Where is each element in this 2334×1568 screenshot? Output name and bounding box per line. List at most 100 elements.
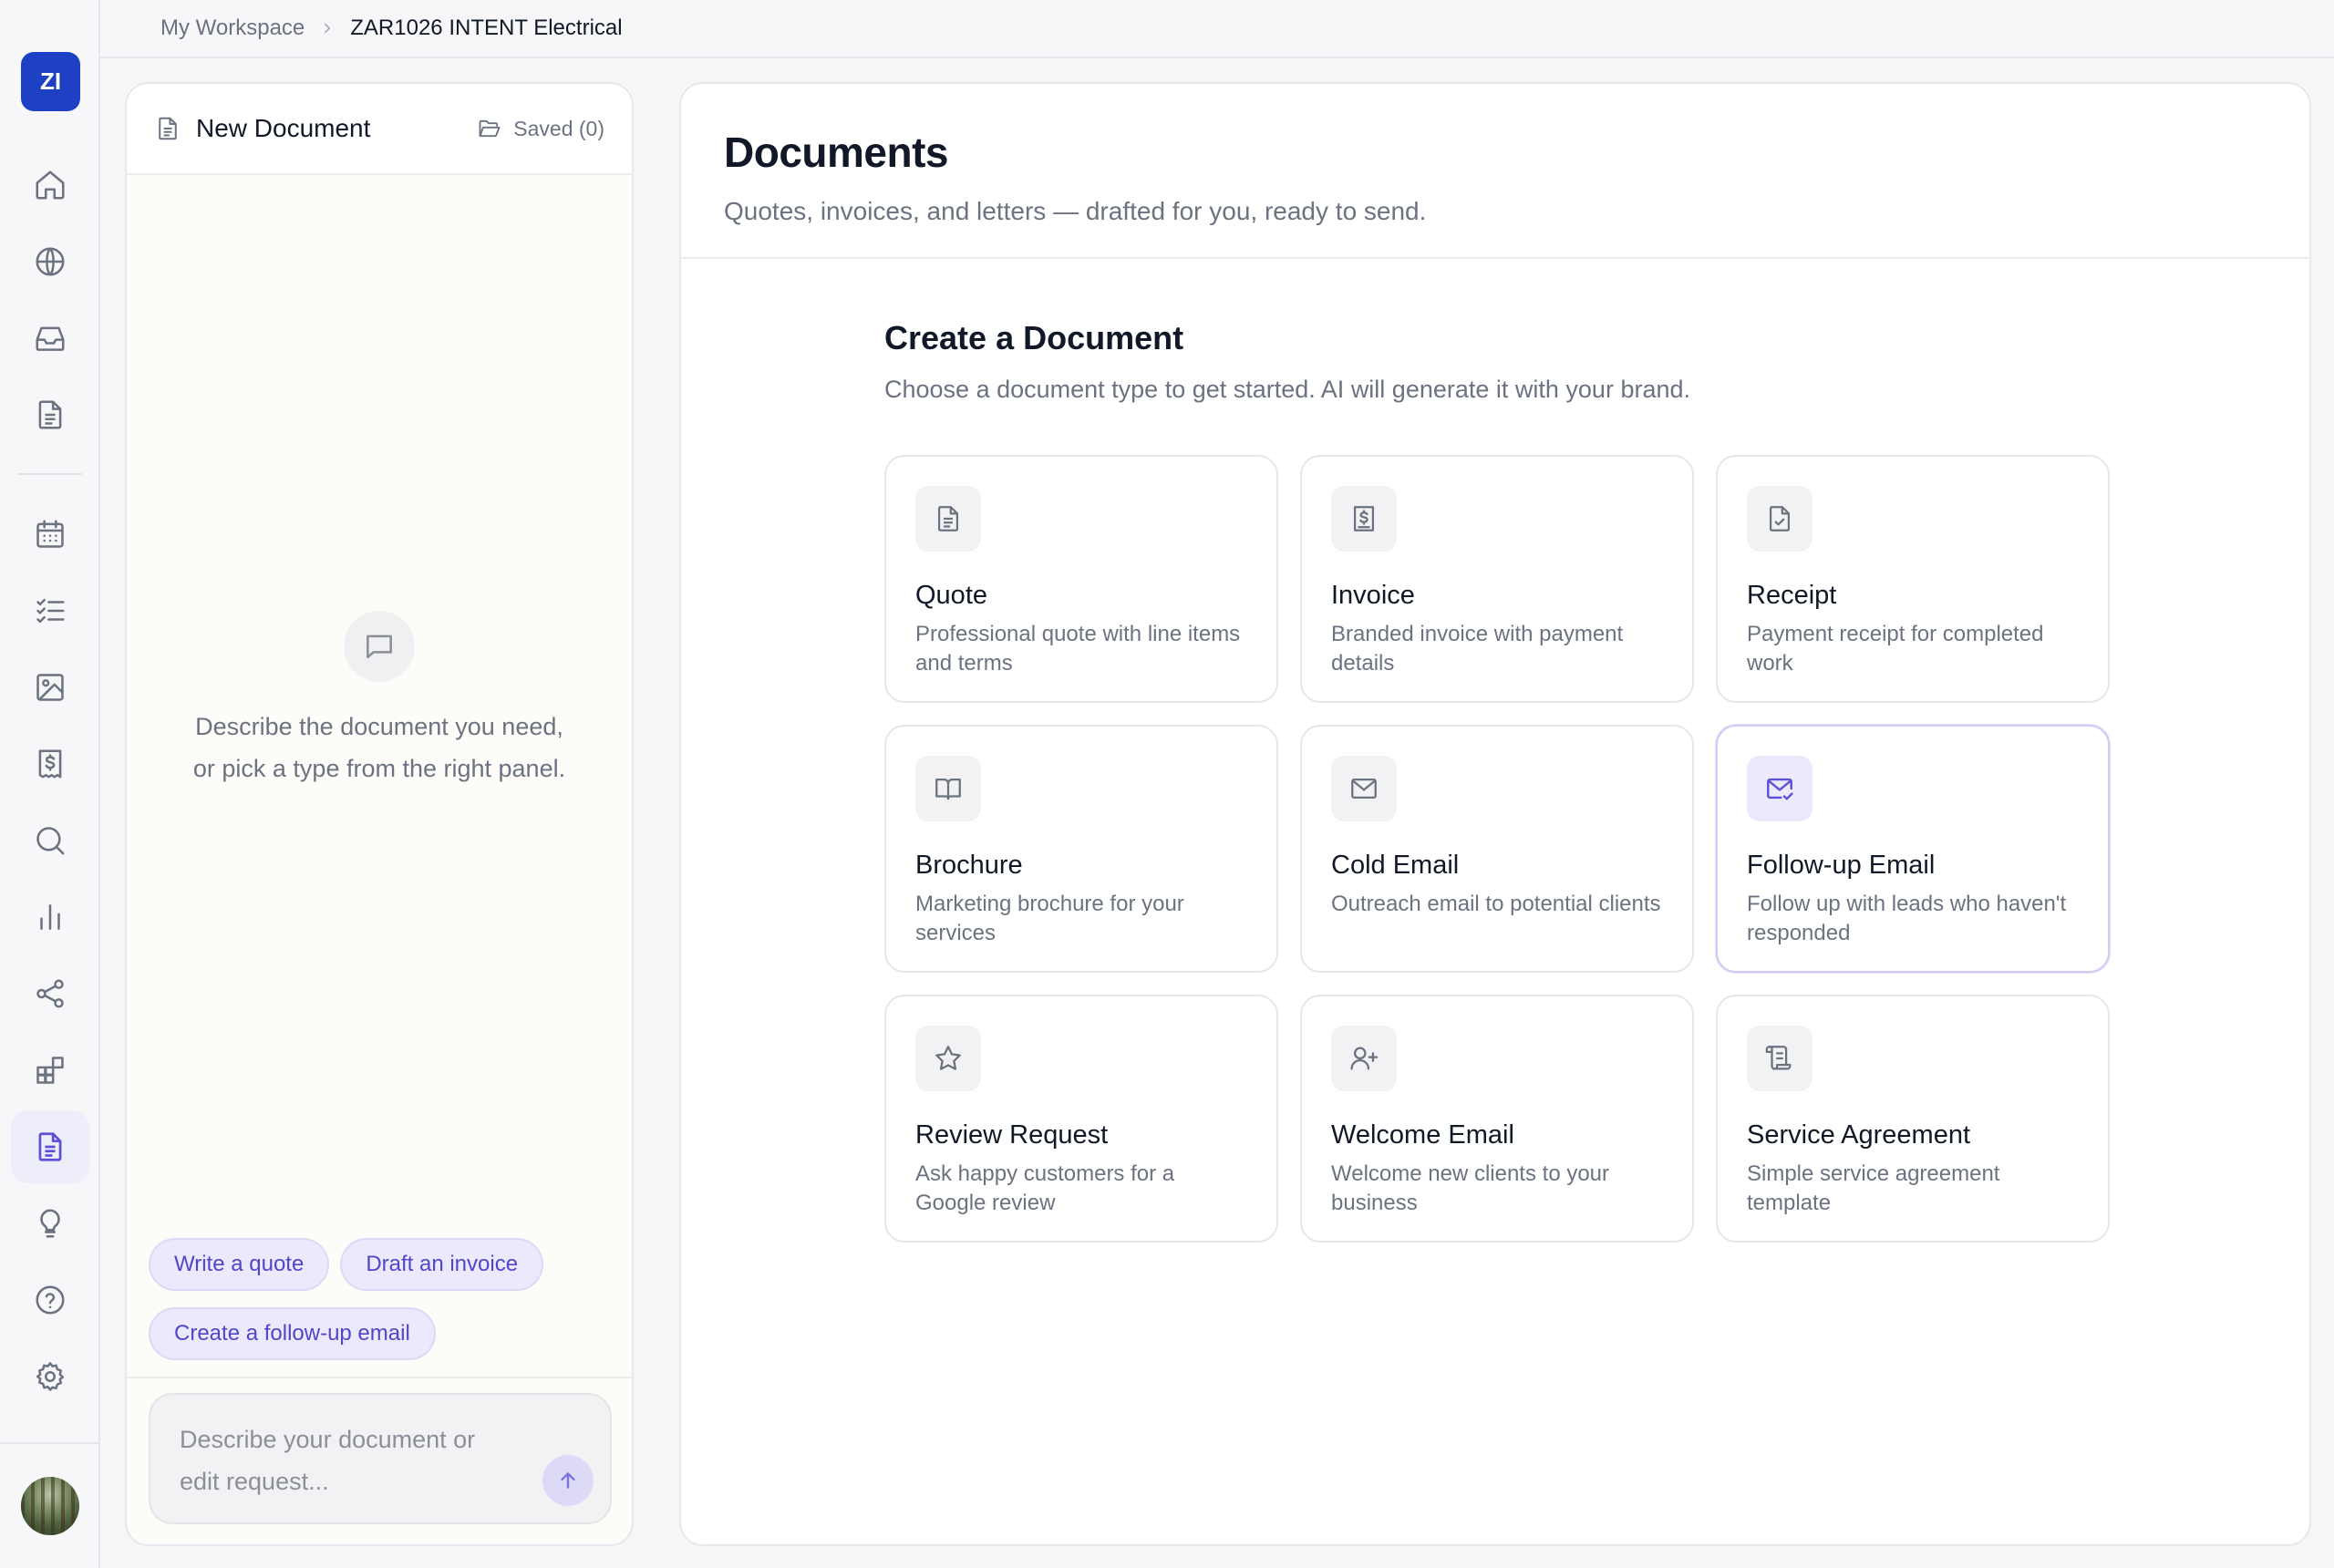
card-title: Invoice: [1331, 581, 1415, 610]
mail-icon: [1331, 756, 1397, 821]
chevron-right-icon: [319, 20, 336, 36]
nav-tasks[interactable]: [11, 574, 89, 647]
scroll-icon: [1747, 1026, 1812, 1091]
assistant-input-area: Describe your document or edit request..…: [127, 1377, 632, 1544]
card-service-agreement[interactable]: Service Agreement Simple service agreeme…: [1716, 995, 2110, 1243]
nav-pages[interactable]: [11, 378, 89, 451]
input-placeholder-line-2: edit request...: [180, 1468, 329, 1495]
card-quote[interactable]: Quote Professional quote with line items…: [884, 455, 1278, 703]
workspace-badge[interactable]: ZI: [21, 52, 80, 111]
rail-bottom-divider: [0, 1442, 100, 1444]
bar-chart-icon: [40, 904, 60, 930]
nav-analytics[interactable]: [11, 881, 89, 954]
home-icon: [36, 170, 65, 200]
settings-icon: [36, 1362, 65, 1391]
nav-media[interactable]: [11, 651, 89, 724]
card-description: Branded invoice with payment details: [1331, 622, 1624, 676]
nav-website[interactable]: [11, 225, 89, 298]
empty-state-line-1: Describe the document you need,: [195, 713, 563, 740]
document-request-input[interactable]: Describe your document or edit request..…: [149, 1393, 612, 1524]
chip-follow-up-email[interactable]: Create a follow-up email: [149, 1307, 436, 1360]
card-description: Outreach email to potential clients: [1331, 892, 1661, 916]
star-icon: [915, 1026, 981, 1091]
suggestion-chips: Write a quote Draft an invoice Create a f…: [149, 1238, 604, 1377]
file-text-icon: [159, 117, 177, 140]
chip-draft-invoice[interactable]: Draft an invoice: [340, 1238, 544, 1291]
lightbulb-icon: [40, 1209, 60, 1238]
card-title: Review Request: [915, 1120, 1109, 1150]
nav-inbox[interactable]: [11, 302, 89, 375]
nav-settings[interactable]: [11, 1340, 89, 1413]
chat-bubble-icon: [344, 611, 415, 682]
card-cold-email[interactable]: Cold Email Outreach email to potential c…: [1300, 725, 1694, 973]
card-description: Ask happy customers for a Google review: [915, 1161, 1175, 1215]
card-title: Quote: [915, 581, 987, 610]
nav-search[interactable]: [11, 804, 89, 877]
card-description: Follow up with leads who haven't respond…: [1747, 892, 2067, 945]
image-icon: [36, 674, 64, 701]
nav-payments[interactable]: [11, 727, 89, 800]
dollar-receipt-icon: [38, 749, 62, 779]
nav-home[interactable]: [11, 149, 89, 222]
card-follow-up-email[interactable]: Follow-up Email Follow up with leads who…: [1716, 725, 2110, 973]
help-icon: [36, 1285, 65, 1315]
empty-state-line-2: or pick a type from the right panel.: [192, 755, 566, 782]
breadcrumb-workspace[interactable]: My Workspace: [160, 15, 305, 41]
nav-integrations[interactable]: [11, 1034, 89, 1107]
saved-count-label: Saved (0): [513, 116, 604, 140]
rail-divider: [18, 473, 82, 475]
icon-rail: ZI: [0, 0, 100, 1568]
card-title: Service Agreement: [1747, 1120, 1971, 1150]
mail-check-icon: [1747, 756, 1812, 821]
card-description: Simple service agreement template: [1747, 1161, 2000, 1215]
inbox-icon: [36, 326, 65, 351]
page-title: Documents: [724, 129, 948, 176]
card-welcome-email[interactable]: Welcome Email Welcome new clients to you…: [1300, 995, 1694, 1243]
saved-documents-button[interactable]: Saved (0): [477, 116, 604, 141]
card-brochure[interactable]: Brochure Marketing brochure for your ser…: [884, 725, 1278, 973]
empty-state-text: Describe the document you need, or pick …: [127, 706, 632, 789]
breadcrumb-current: ZAR1026 INTENT Electrical: [350, 15, 623, 40]
card-description: Payment receipt for completed work: [1747, 622, 2044, 676]
card-title: Receipt: [1747, 581, 1837, 610]
open-book-icon: [915, 756, 981, 821]
card-invoice[interactable]: Invoice Branded invoice with payment det…: [1300, 455, 1694, 703]
avatar[interactable]: [21, 1477, 79, 1535]
send-button[interactable]: [542, 1455, 594, 1506]
nav-documents[interactable]: [11, 1110, 89, 1183]
documents-panel: Documents Quotes, invoices, and letters …: [679, 82, 2311, 1546]
assistant-empty-state: Describe the document you need, or pick …: [127, 611, 632, 789]
nav-help[interactable]: [11, 1264, 89, 1336]
nav-ideas[interactable]: [11, 1187, 89, 1260]
assistant-header: New Document Saved (0): [127, 84, 632, 175]
folder-open-icon: [479, 119, 501, 138]
card-receipt[interactable]: Receipt Payment receipt for completed wo…: [1716, 455, 2110, 703]
arrow-up-icon: [561, 1472, 575, 1489]
input-placeholder-line-1: Describe your document or: [180, 1426, 476, 1453]
file-text-icon: [38, 400, 62, 429]
documents-icon: [38, 1132, 62, 1161]
breadcrumb: My Workspace ZAR1026 INTENT Electrical: [100, 0, 2334, 58]
document-assistant-panel: New Document Saved (0) Describe the docu…: [125, 82, 634, 1546]
chip-write-quote[interactable]: Write a quote: [149, 1238, 330, 1291]
section-title: Create a Document: [884, 319, 1184, 356]
card-title: Welcome Email: [1331, 1120, 1514, 1150]
card-title: Follow-up Email: [1747, 851, 1936, 880]
share-icon: [36, 979, 64, 1008]
invoice-dollar-icon: [1331, 486, 1397, 552]
globe-icon: [36, 247, 65, 276]
apps-icon: [36, 1057, 64, 1084]
card-description: Marketing brochure for your services: [915, 892, 1184, 945]
section-subtitle: Choose a document type to get started. A…: [884, 376, 1690, 403]
card-title: Cold Email: [1331, 851, 1460, 880]
card-description: Professional quote with line items and t…: [915, 622, 1241, 676]
nav-calendar[interactable]: [11, 498, 89, 571]
assistant-title: New Document: [196, 114, 371, 142]
user-plus-icon: [1331, 1026, 1397, 1091]
search-icon: [36, 827, 65, 855]
nav-share[interactable]: [11, 957, 89, 1030]
page-subtitle: Quotes, invoices, and letters — drafted …: [724, 197, 1427, 225]
card-review-request[interactable]: Review Request Ask happy customers for a…: [884, 995, 1278, 1243]
card-description: Welcome new clients to your business: [1331, 1161, 1610, 1215]
card-title: Brochure: [915, 851, 1023, 880]
